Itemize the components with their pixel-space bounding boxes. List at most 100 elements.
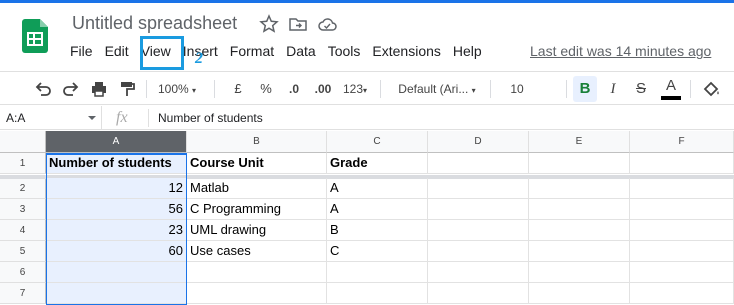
toolbar-divider <box>146 80 147 98</box>
column-header-f[interactable]: F <box>630 131 734 153</box>
italic-button[interactable]: I <box>603 72 623 106</box>
cell-d7[interactable] <box>428 283 529 304</box>
cell-f4[interactable] <box>630 220 734 241</box>
menu-tools[interactable]: Tools <box>322 41 367 61</box>
cell-f7[interactable] <box>630 283 734 304</box>
undo-icon[interactable] <box>32 79 54 99</box>
text-color-button[interactable]: A <box>659 72 683 106</box>
column-header-b[interactable]: B <box>187 131 327 153</box>
top-accent-bar <box>0 0 734 3</box>
cell-b5[interactable]: Use cases <box>187 241 327 262</box>
menu-help[interactable]: Help <box>447 41 488 61</box>
column-header-e[interactable]: E <box>529 131 630 153</box>
cell-e5[interactable] <box>529 241 630 262</box>
redo-icon[interactable] <box>60 79 82 99</box>
decrease-decimal-button[interactable]: .0 <box>283 72 305 106</box>
select-all-corner[interactable] <box>0 131 46 153</box>
cell-f6[interactable] <box>630 262 734 283</box>
cell-e3[interactable] <box>529 199 630 220</box>
cell-d3[interactable] <box>428 199 529 220</box>
cell-a4[interactable]: 23 <box>46 220 187 241</box>
toolbar-divider <box>566 80 567 98</box>
cell-e2[interactable] <box>529 178 630 199</box>
cell-b1[interactable]: Course Unit <box>187 153 327 174</box>
cell-a5[interactable]: 60 <box>46 241 187 262</box>
toolbar-divider <box>380 80 381 98</box>
cell-c7[interactable] <box>327 283 428 304</box>
sheets-logo-icon[interactable] <box>22 19 48 53</box>
cell-c6[interactable] <box>327 262 428 283</box>
cell-b3[interactable]: C Programming <box>187 199 327 220</box>
cell-b2[interactable]: Matlab <box>187 178 327 199</box>
more-formats-button[interactable]: 123▾ <box>339 72 371 106</box>
toolbar-divider <box>690 80 691 98</box>
cell-d6[interactable] <box>428 262 529 283</box>
bold-button[interactable]: B <box>573 76 597 102</box>
row-header-5[interactable]: 5 <box>0 241 46 262</box>
last-edit-link[interactable]: Last edit was 14 minutes ago <box>530 41 711 61</box>
row-header-7[interactable]: 7 <box>0 283 46 304</box>
spreadsheet-grid: A B C D E F 1 2 3 4 5 6 7 Number of stud… <box>0 131 734 305</box>
cell-f3[interactable] <box>630 199 734 220</box>
menu-file[interactable]: File <box>64 41 99 61</box>
zoom-select[interactable]: 100% ▾ <box>152 72 202 106</box>
chevron-down-icon[interactable] <box>88 116 96 120</box>
cell-d5[interactable] <box>428 241 529 262</box>
increase-decimal-button[interactable]: .00 <box>310 72 336 106</box>
menu-data[interactable]: Data <box>280 41 322 61</box>
cell-e7[interactable] <box>529 283 630 304</box>
move-folder-icon[interactable] <box>288 14 308 34</box>
paint-format-icon[interactable] <box>116 79 138 99</box>
print-icon[interactable] <box>88 79 110 99</box>
cell-d4[interactable] <box>428 220 529 241</box>
cell-b6[interactable] <box>187 262 327 283</box>
menu-extensions[interactable]: Extensions <box>366 41 446 61</box>
cell-a7[interactable] <box>46 283 187 304</box>
column-header-a[interactable]: A <box>46 131 187 153</box>
cell-a2[interactable]: 12 <box>46 178 187 199</box>
cell-d2[interactable] <box>428 178 529 199</box>
fx-icon: fx <box>116 109 128 126</box>
currency-button[interactable]: £ <box>228 72 248 106</box>
percent-button[interactable]: % <box>256 72 276 106</box>
formula-divider <box>148 109 149 127</box>
row-header-4[interactable]: 4 <box>0 220 46 241</box>
toolbar: 100% ▾ £ % .0 .00 123▾ Default (Ari... ▾… <box>0 71 734 105</box>
cell-c2[interactable]: A <box>327 178 428 199</box>
cell-d1[interactable] <box>428 153 529 174</box>
cell-c4[interactable]: B <box>327 220 428 241</box>
cell-c3[interactable]: A <box>327 199 428 220</box>
toolbar-divider <box>214 80 215 98</box>
row-header-2[interactable]: 2 <box>0 178 46 199</box>
name-box[interactable]: A:A <box>0 106 102 130</box>
document-title[interactable]: Untitled spreadsheet <box>72 13 237 34</box>
cell-a3[interactable]: 56 <box>46 199 187 220</box>
cell-c1[interactable]: Grade <box>327 153 428 174</box>
column-header-c[interactable]: C <box>327 131 428 153</box>
cell-b7[interactable] <box>187 283 327 304</box>
fill-color-icon[interactable] <box>700 79 722 99</box>
row-header-6[interactable]: 6 <box>0 262 46 283</box>
font-select[interactable]: Default (Ari... ▾ <box>392 72 482 106</box>
column-header-d[interactable]: D <box>428 131 529 153</box>
cell-e1[interactable] <box>529 153 630 174</box>
cell-f5[interactable] <box>630 241 734 262</box>
cell-e6[interactable] <box>529 262 630 283</box>
formula-input[interactable]: Number of students <box>158 106 263 130</box>
annotation-step-number: 2 <box>195 50 203 67</box>
cell-c5[interactable]: C <box>327 241 428 262</box>
strikethrough-button[interactable]: S <box>631 72 651 106</box>
cell-f2[interactable] <box>630 178 734 199</box>
cell-f1[interactable] <box>630 153 734 174</box>
cell-b4[interactable]: UML drawing <box>187 220 327 241</box>
cell-a1[interactable]: Number of students <box>46 153 187 174</box>
cloud-status-icon[interactable] <box>317 14 337 34</box>
cell-a6[interactable] <box>46 262 187 283</box>
row-header-3[interactable]: 3 <box>0 199 46 220</box>
cell-e4[interactable] <box>529 220 630 241</box>
menu-edit[interactable]: Edit <box>99 41 135 61</box>
star-icon[interactable] <box>259 14 279 34</box>
row-header-1[interactable]: 1 <box>0 153 46 174</box>
font-size-select[interactable]: 10 <box>502 72 532 106</box>
menu-format[interactable]: Format <box>224 41 280 61</box>
